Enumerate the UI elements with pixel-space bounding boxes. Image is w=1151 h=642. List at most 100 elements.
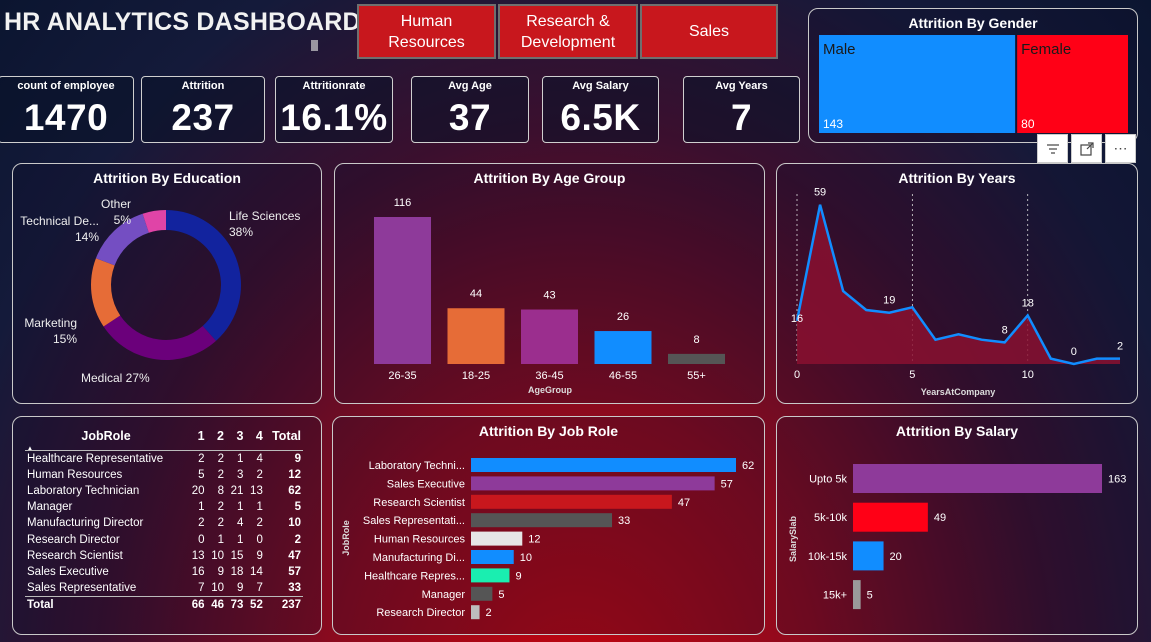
table-cell: Human Resources (27, 468, 123, 481)
bar-26-35[interactable] (374, 217, 431, 364)
table-total-row[interactable]: Total 66 46 73 52 237 (25, 595, 303, 613)
y-tick-label: Laboratory Techni... (369, 460, 465, 472)
table-column-header[interactable]: 3 (226, 429, 246, 451)
bar-3[interactable] (471, 513, 613, 528)
area-fill[interactable] (797, 204, 1120, 364)
point-value-label: 0 (1071, 346, 1077, 358)
table-cell: 18 (230, 565, 244, 578)
table-row[interactable]: Sales Executive 16 9 18 14 57 (25, 564, 303, 580)
bar-value-label: 5 (498, 589, 504, 601)
bar-46-55[interactable] (594, 331, 652, 364)
kpi-avg-age: Avg Age 37 (411, 76, 529, 143)
bar-value-label: 33 (618, 515, 630, 527)
bar-3[interactable] (853, 580, 861, 610)
table-cell: 2 (198, 452, 205, 465)
table-column-header[interactable]: 2 (206, 429, 226, 451)
donut-slice[interactable] (103, 315, 217, 360)
table-cell: 1 (217, 533, 224, 546)
table-cell: Sales Representative (27, 581, 137, 594)
table-row[interactable]: Manager 1 2 1 1 5 (25, 499, 303, 515)
table-column-header[interactable]: 1 (187, 429, 207, 451)
salary-chart-panel[interactable]: Attrition By Salary Upto 5k 163 5k-10k 49 10… (776, 416, 1138, 635)
table-cell: 13 (191, 549, 205, 562)
donut-percent-label: 38% (229, 225, 253, 239)
kpi-label: Avg Age (448, 80, 492, 92)
bar-0[interactable] (853, 464, 1102, 493)
department-button-label: Human Resources (388, 12, 465, 51)
kpi-value: 16.1% (280, 97, 388, 138)
education-donut-chart[interactable]: Life Sciences 38% Medical 27% Marketing 15% T… (13, 164, 323, 405)
gender-treemap[interactable]: Male 143 Female 80 (809, 9, 1139, 144)
donut-label: Other (101, 197, 131, 211)
table-cell: 10 (211, 581, 224, 594)
x-tick-label: 55+ (687, 370, 706, 382)
bar-value-label: 5 (867, 590, 873, 602)
education-chart-panel[interactable]: Attrition By Education Life Sciences 38% M… (12, 163, 322, 404)
kpi-label: Avg Years (715, 80, 768, 92)
bar-1[interactable] (471, 476, 715, 491)
bar-36-45[interactable] (521, 309, 578, 364)
table-column-header[interactable]: JobRole (25, 429, 188, 451)
bar-value-label: 12 (528, 534, 540, 546)
y-tick-label: Human Resources (374, 534, 466, 546)
agegroup-bar-chart[interactable]: 116 26-35 44 18-25 43 36-45 26 46-55 8 55+ AgeGrou… (335, 164, 766, 405)
donut-slice[interactable] (90, 258, 121, 327)
years-area-chart[interactable]: 0 5 10 16 59 19 8 18 0 2 YearsAtCompany (777, 164, 1139, 405)
table-cell: 4 (256, 452, 263, 465)
bar-value-label: 43 (543, 290, 555, 302)
bar-2[interactable] (853, 541, 884, 571)
x-tick-label: 18-25 (462, 370, 490, 382)
table-row[interactable]: Research Director 0 1 1 0 2 (25, 531, 303, 547)
gender-chart-panel[interactable]: Attrition By Gender Male 143 Female 80 (808, 8, 1138, 143)
treemap-value-label: 143 (823, 117, 843, 131)
department-button-sales[interactable]: Sales (640, 4, 778, 59)
bar-55+[interactable] (668, 353, 725, 364)
jobrole-bar-chart[interactable]: Laboratory Techni... 62 Sales Executive 57 R… (333, 417, 766, 636)
table-column-header[interactable]: 4 (245, 429, 265, 451)
table-cell: 14 (250, 565, 263, 578)
x-tick-label: 36-45 (535, 370, 563, 382)
table-row[interactable]: Research Scientist 13 10 15 9 47 (25, 548, 303, 564)
table-cell: Research Director (27, 533, 120, 546)
table-cell: 7 (198, 581, 205, 594)
table-cell: 57 (288, 565, 301, 578)
agegroup-chart-panel[interactable]: Attrition By Age Group 116 26-35 44 18-25 43… (334, 163, 765, 404)
x-axis-title: YearsAtCompany (921, 387, 996, 397)
bar-8[interactable] (471, 605, 480, 620)
department-button-research-development[interactable]: Research & Development (498, 4, 638, 59)
jobrole-matrix-table[interactable]: JobRole 1 2 3 4 Total Healthcare Representati… (25, 429, 303, 613)
bar-1[interactable] (853, 502, 928, 532)
bar-0[interactable] (471, 458, 736, 472)
table-row[interactable]: Laboratory Technician 20 8 21 13 62 (25, 483, 303, 499)
years-chart-panel[interactable]: Attrition By Years 0 5 10 16 59 19 8 18 0 2 YearsA… (776, 163, 1138, 404)
bar-18-25[interactable] (447, 308, 505, 364)
filter-icon[interactable] (1037, 134, 1068, 163)
table-cell: 2 (217, 452, 224, 465)
bar-6[interactable] (471, 568, 510, 583)
bar-4[interactable] (471, 531, 523, 546)
table-row[interactable]: Healthcare Representative 2 2 1 4 9 (25, 451, 303, 467)
table-column-header[interactable]: Total (264, 429, 303, 451)
point-value-label: 59 (814, 187, 826, 199)
table-row[interactable]: Human Resources 5 2 3 2 12 (25, 467, 303, 483)
focus-mode-icon[interactable] (1071, 134, 1102, 163)
bar-2[interactable] (471, 494, 672, 509)
table-cell: 62 (288, 484, 301, 497)
more-options-icon[interactable]: ⋯ (1105, 134, 1136, 163)
department-button-human-resources[interactable]: Human Resources (357, 4, 496, 59)
table-cell: 0 (256, 533, 263, 546)
table-cell: Research Scientist (27, 549, 123, 562)
salary-bar-chart[interactable]: Upto 5k 163 5k-10k 49 10k-15k 20 15k+ 5 SalarySl… (777, 417, 1139, 636)
bar-7[interactable] (471, 586, 493, 601)
jobrole-chart-panel[interactable]: Attrition By Job Role Laboratory Techni.… (332, 416, 765, 635)
kpi-label: Attritionrate (302, 80, 366, 92)
table-cell: 8 (217, 484, 224, 497)
table-cell: 4 (237, 517, 244, 530)
bar-5[interactable] (471, 550, 514, 564)
kpi-avg-salary: Avg Salary 6.5K (542, 76, 659, 143)
jobrole-table-panel[interactable]: ▲ JobRole 1 2 3 4 Total Healthcare Representa… (12, 416, 322, 635)
table-cell: 9 (256, 549, 263, 562)
bar-value-label: 26 (617, 311, 629, 323)
table-row[interactable]: Sales Representative 7 10 9 7 33 (25, 580, 303, 596)
table-row[interactable]: Manufacturing Director 2 2 4 2 10 (25, 515, 303, 531)
